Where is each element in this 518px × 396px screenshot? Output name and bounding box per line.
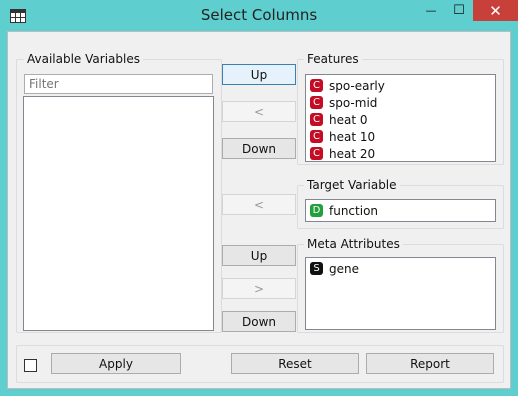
continuous-variable-icon: C [310, 130, 323, 143]
variable-label: heat 0 [329, 112, 368, 127]
close-icon: ✕ [489, 1, 502, 20]
move-to-target-button[interactable]: < [222, 194, 296, 215]
minimize-button[interactable]: — [418, 0, 444, 21]
report-button[interactable]: Report [366, 353, 494, 374]
dialog-body: Available Variables Up < Down < Up > Dow… [7, 31, 511, 389]
close-button[interactable]: ✕ [473, 0, 518, 21]
variable-label: gene [329, 261, 359, 276]
string-variable-icon: S [310, 262, 323, 275]
list-item[interactable]: Cheat 20 [310, 145, 375, 162]
filter-input[interactable] [24, 74, 213, 94]
list-item[interactable]: Sgene [310, 260, 359, 277]
features-up-button[interactable]: Up [222, 64, 296, 85]
variable-label: heat 20 [329, 146, 376, 161]
features-title: Features [304, 52, 362, 66]
list-item[interactable]: Cspo-mid [310, 94, 377, 111]
target-variable-title: Target Variable [304, 178, 400, 192]
continuous-variable-icon: C [310, 147, 323, 160]
meta-down-button[interactable]: Down [222, 311, 296, 332]
maximize-icon: ☐ [453, 3, 465, 18]
apply-button[interactable]: Apply [51, 353, 181, 374]
features-list[interactable]: Cspo-early Cspo-mid Cheat 0 Cheat 10 Che… [305, 74, 496, 162]
minimize-icon: — [425, 4, 437, 17]
list-item[interactable]: Cheat 0 [310, 111, 368, 128]
available-variables-title: Available Variables [24, 52, 143, 66]
list-item[interactable]: Cspo-early [310, 77, 385, 94]
variable-label: spo-mid [329, 95, 378, 110]
meta-up-button[interactable]: Up [222, 245, 296, 266]
features-down-button[interactable]: Down [222, 138, 296, 159]
continuous-variable-icon: C [310, 113, 323, 126]
discrete-variable-icon: D [310, 204, 323, 217]
variable-label: heat 10 [329, 129, 376, 144]
target-variable-list[interactable]: Dfunction [305, 199, 496, 222]
variable-label: spo-early [329, 78, 385, 93]
select-columns-window: Select Columns — ☐ ✕ Available Variables… [0, 0, 518, 396]
variable-label: function [329, 203, 379, 218]
title-bar: Select Columns — ☐ ✕ [0, 0, 518, 31]
move-to-meta-button[interactable]: > [222, 278, 296, 299]
auto-apply-checkbox[interactable] [24, 359, 37, 372]
available-variables-list[interactable] [23, 96, 214, 331]
reset-button[interactable]: Reset [231, 353, 359, 374]
move-to-features-button[interactable]: < [222, 101, 296, 122]
continuous-variable-icon: C [310, 79, 323, 92]
list-item[interactable]: Cheat 10 [310, 128, 375, 145]
list-item[interactable]: Dfunction [310, 202, 378, 219]
meta-attributes-list[interactable]: Sgene [305, 257, 496, 330]
continuous-variable-icon: C [310, 96, 323, 109]
maximize-button[interactable]: ☐ [446, 0, 472, 21]
meta-attributes-title: Meta Attributes [304, 237, 403, 251]
